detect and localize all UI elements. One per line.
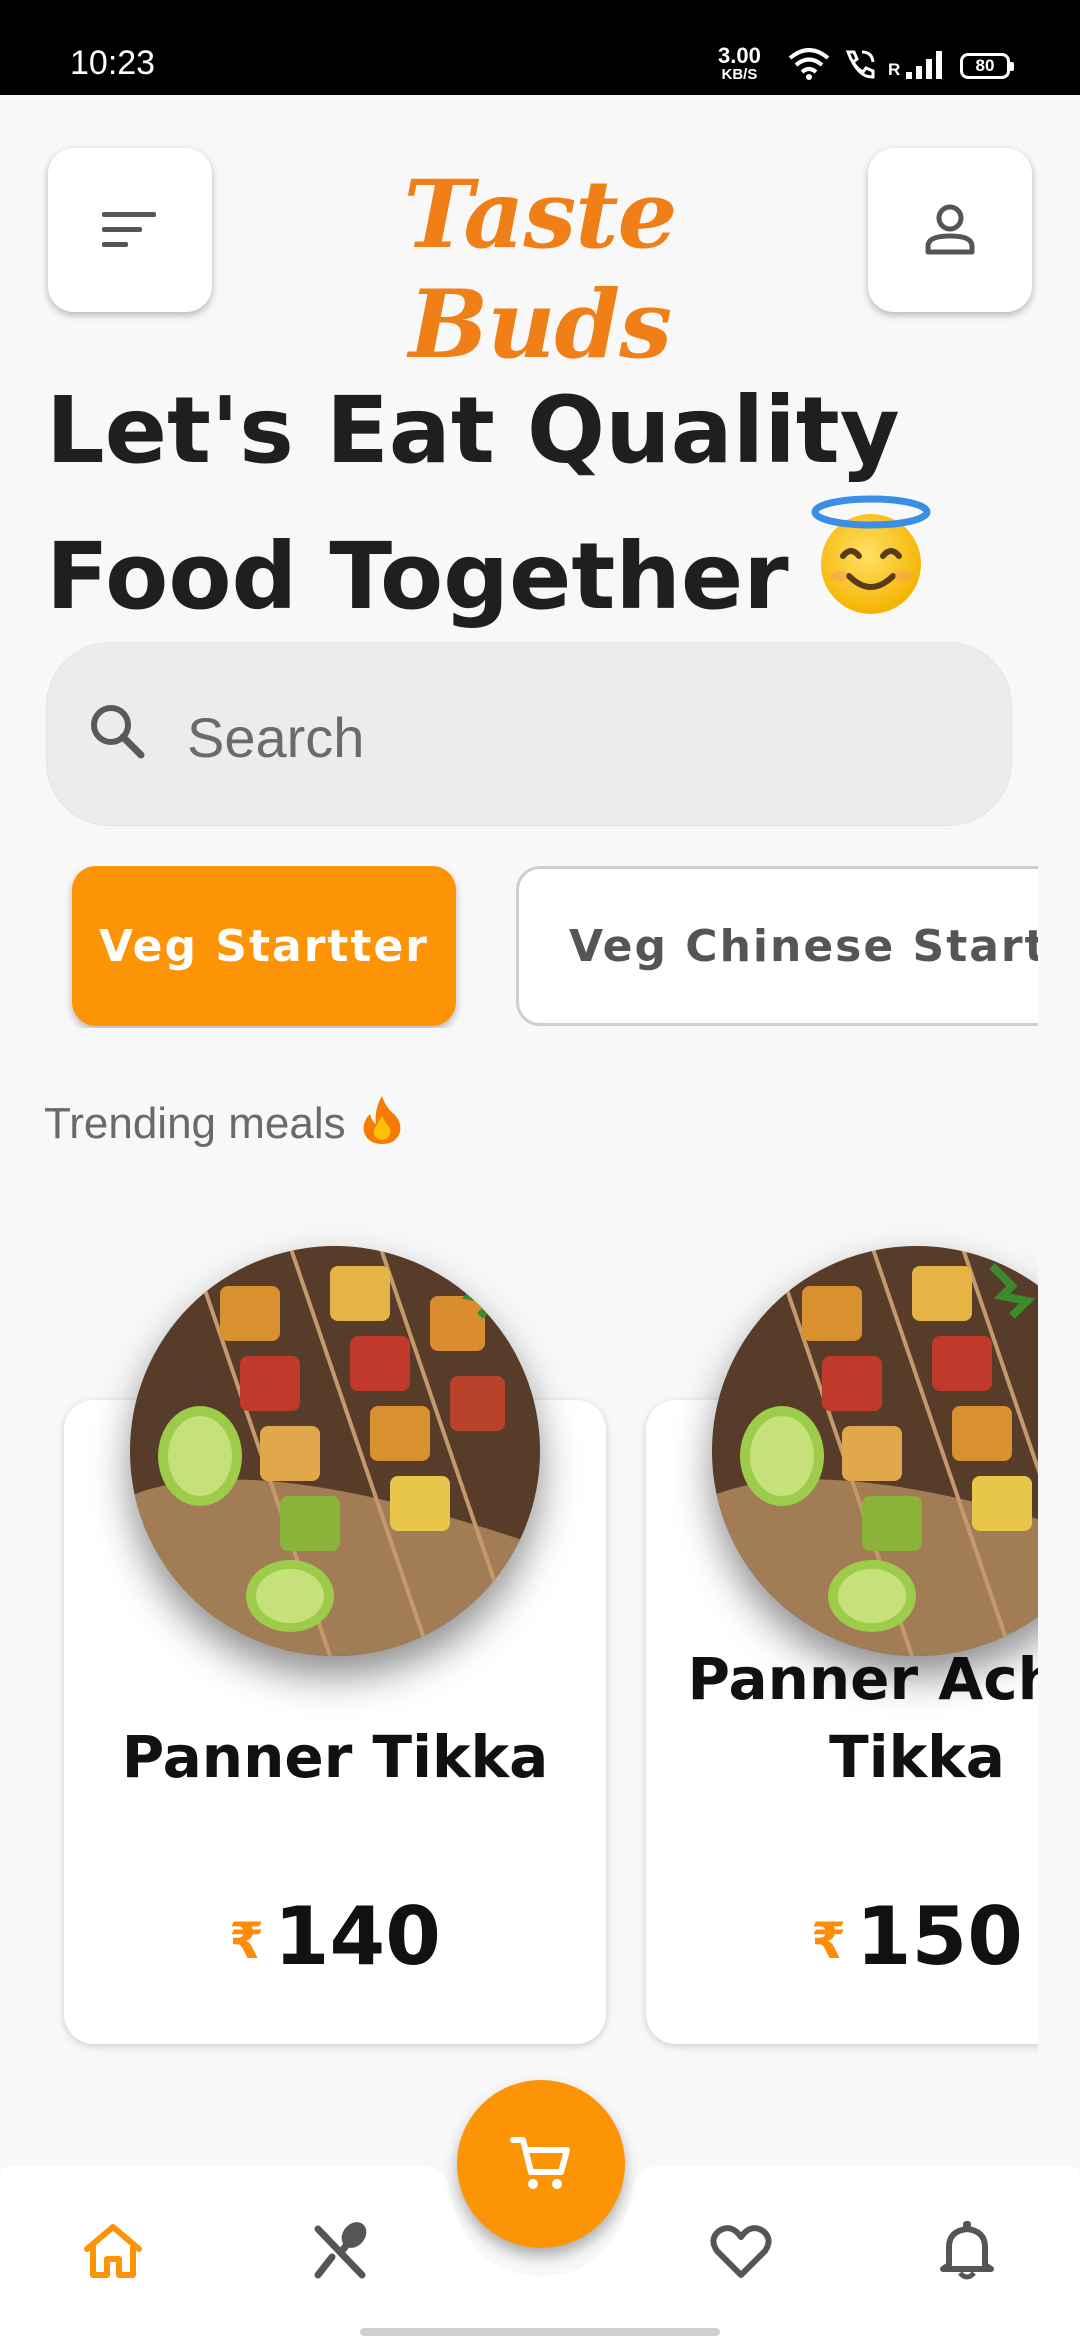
home-icon	[84, 2224, 142, 2278]
signal-label: R	[888, 60, 901, 79]
category-chips: Veg Startter Veg Chinese Startter	[60, 866, 1038, 1028]
trending-heading: Trending meals	[44, 1094, 404, 1157]
price-amount: 140	[273, 1890, 441, 1983]
menu-button[interactable]	[48, 148, 212, 312]
category-chip-veg-startter[interactable]: Veg Startter	[72, 866, 456, 1026]
wifi-icon	[788, 48, 830, 80]
meal-price: ₹150	[646, 1890, 1038, 1983]
status-bar: 10:23 3.00 KB/S R 80	[0, 0, 1080, 95]
price-amount: 150	[855, 1890, 1023, 1983]
person-icon	[925, 204, 975, 255]
network-speed-value: 3.00	[718, 43, 761, 68]
cellular-signal-icon	[906, 51, 942, 79]
trending-title: Trending meals	[44, 1099, 346, 1148]
search-input[interactable]: Search	[46, 642, 1012, 826]
wifi-calling-icon	[845, 50, 875, 79]
currency-symbol: ₹	[229, 1912, 264, 1970]
headline-line-1: Let's Eat Quality	[46, 377, 900, 484]
notification-icon	[940, 2221, 994, 2280]
cart-icon	[510, 2137, 570, 2189]
page-headline: Let's Eat Quality Food Together	[46, 368, 933, 650]
search-icon	[91, 705, 145, 759]
favorite-icon	[710, 2225, 772, 2278]
network-speed: 3.00 KB/S	[718, 43, 761, 83]
meal-name: Panner Tikka	[121, 1723, 549, 1791]
headline-line-2: Food Together	[46, 494, 933, 650]
currency-symbol: ₹	[811, 1912, 846, 1970]
network-speed-unit: KB/S	[721, 66, 758, 83]
smiling-face-with-halo-icon	[809, 494, 933, 650]
dish-image	[130, 1246, 540, 1656]
nav-favorites[interactable]	[706, 2216, 776, 2286]
search-placeholder: Search	[187, 706, 365, 769]
headline-line-2-text: Food Together	[46, 523, 789, 630]
meal-price: ₹140	[64, 1890, 606, 1983]
nav-home[interactable]	[78, 2216, 148, 2286]
status-time: 10:23	[70, 44, 156, 82]
nav-notifications[interactable]	[932, 2216, 1002, 2286]
profile-button[interactable]	[868, 148, 1032, 312]
app-logo: Taste Buds	[403, 160, 677, 380]
category-chip-veg-chinese-startter[interactable]: Veg Chinese Startter	[516, 866, 1038, 1026]
trending-meals-list: Panner Tikka ₹140 Panner Ac Tikka ₹ 150	[0, 1186, 1038, 2066]
meal-name: Panner Achari Tikka	[687, 1645, 1039, 1791]
battery-indicator: 80	[960, 53, 1014, 79]
restaurant-icon	[314, 2222, 367, 2279]
gesture-bar	[360, 2328, 720, 2336]
sort-icon	[102, 212, 156, 247]
fire-icon	[360, 1094, 404, 1157]
cart-button[interactable]	[457, 2080, 625, 2248]
nav-restaurant[interactable]	[305, 2216, 375, 2286]
